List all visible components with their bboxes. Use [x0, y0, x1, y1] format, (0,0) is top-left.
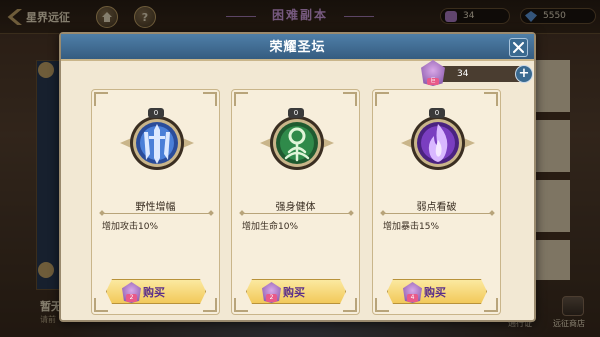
cost-amount: 2	[126, 294, 137, 302]
altar-currency: 巨 34 +	[421, 60, 533, 86]
card-name: 强身健体	[275, 202, 316, 213]
buy-label: 购买	[424, 286, 446, 299]
card-description: 增加攻击10%	[102, 222, 159, 232]
level-badge: 0	[429, 108, 445, 118]
modal-title: 荣耀圣坛	[269, 40, 326, 55]
card-description: 增加暴击15%	[383, 222, 440, 232]
buy-button[interactable]: 2 购买	[246, 279, 346, 304]
altar-currency-amount: 34	[457, 69, 469, 79]
altar-gem-badge: 巨	[427, 78, 439, 85]
divider	[381, 213, 494, 214]
divider	[100, 213, 213, 214]
sword-emblem-icon	[118, 114, 196, 172]
cost-amount: 2	[266, 294, 277, 302]
life-emblem-icon	[258, 114, 336, 172]
glory-altar-modal: 荣耀圣坛 巨 34 + 0 野性增幅 增加攻击10% 2 购买 0 强身健体 增…	[59, 32, 536, 322]
close-button[interactable]	[509, 38, 528, 57]
card-name: 弱点看破	[416, 202, 457, 213]
divider	[240, 213, 353, 214]
close-icon	[513, 42, 524, 53]
card-description: 增加生命10%	[242, 222, 299, 232]
level-badge: 0	[148, 108, 164, 118]
add-currency-button[interactable]: +	[515, 65, 533, 83]
level-badge: 0	[288, 108, 304, 118]
buy-label: 购买	[143, 286, 165, 299]
card-name: 野性增幅	[135, 202, 176, 213]
buy-button[interactable]: 2 购买	[106, 279, 206, 304]
flame-emblem-icon	[399, 114, 477, 172]
buff-card-attack: 0 野性增幅 增加攻击10% 2 购买	[91, 89, 220, 315]
buy-button[interactable]: 4 购买	[387, 279, 487, 304]
buff-card-crit: 0 弱点看破 增加暴击15% 4 购买	[372, 89, 501, 315]
buff-card-health: 0 强身健体 增加生命10% 2 购买	[231, 89, 360, 315]
buy-label: 购买	[283, 286, 305, 299]
cost-amount: 4	[407, 294, 418, 302]
